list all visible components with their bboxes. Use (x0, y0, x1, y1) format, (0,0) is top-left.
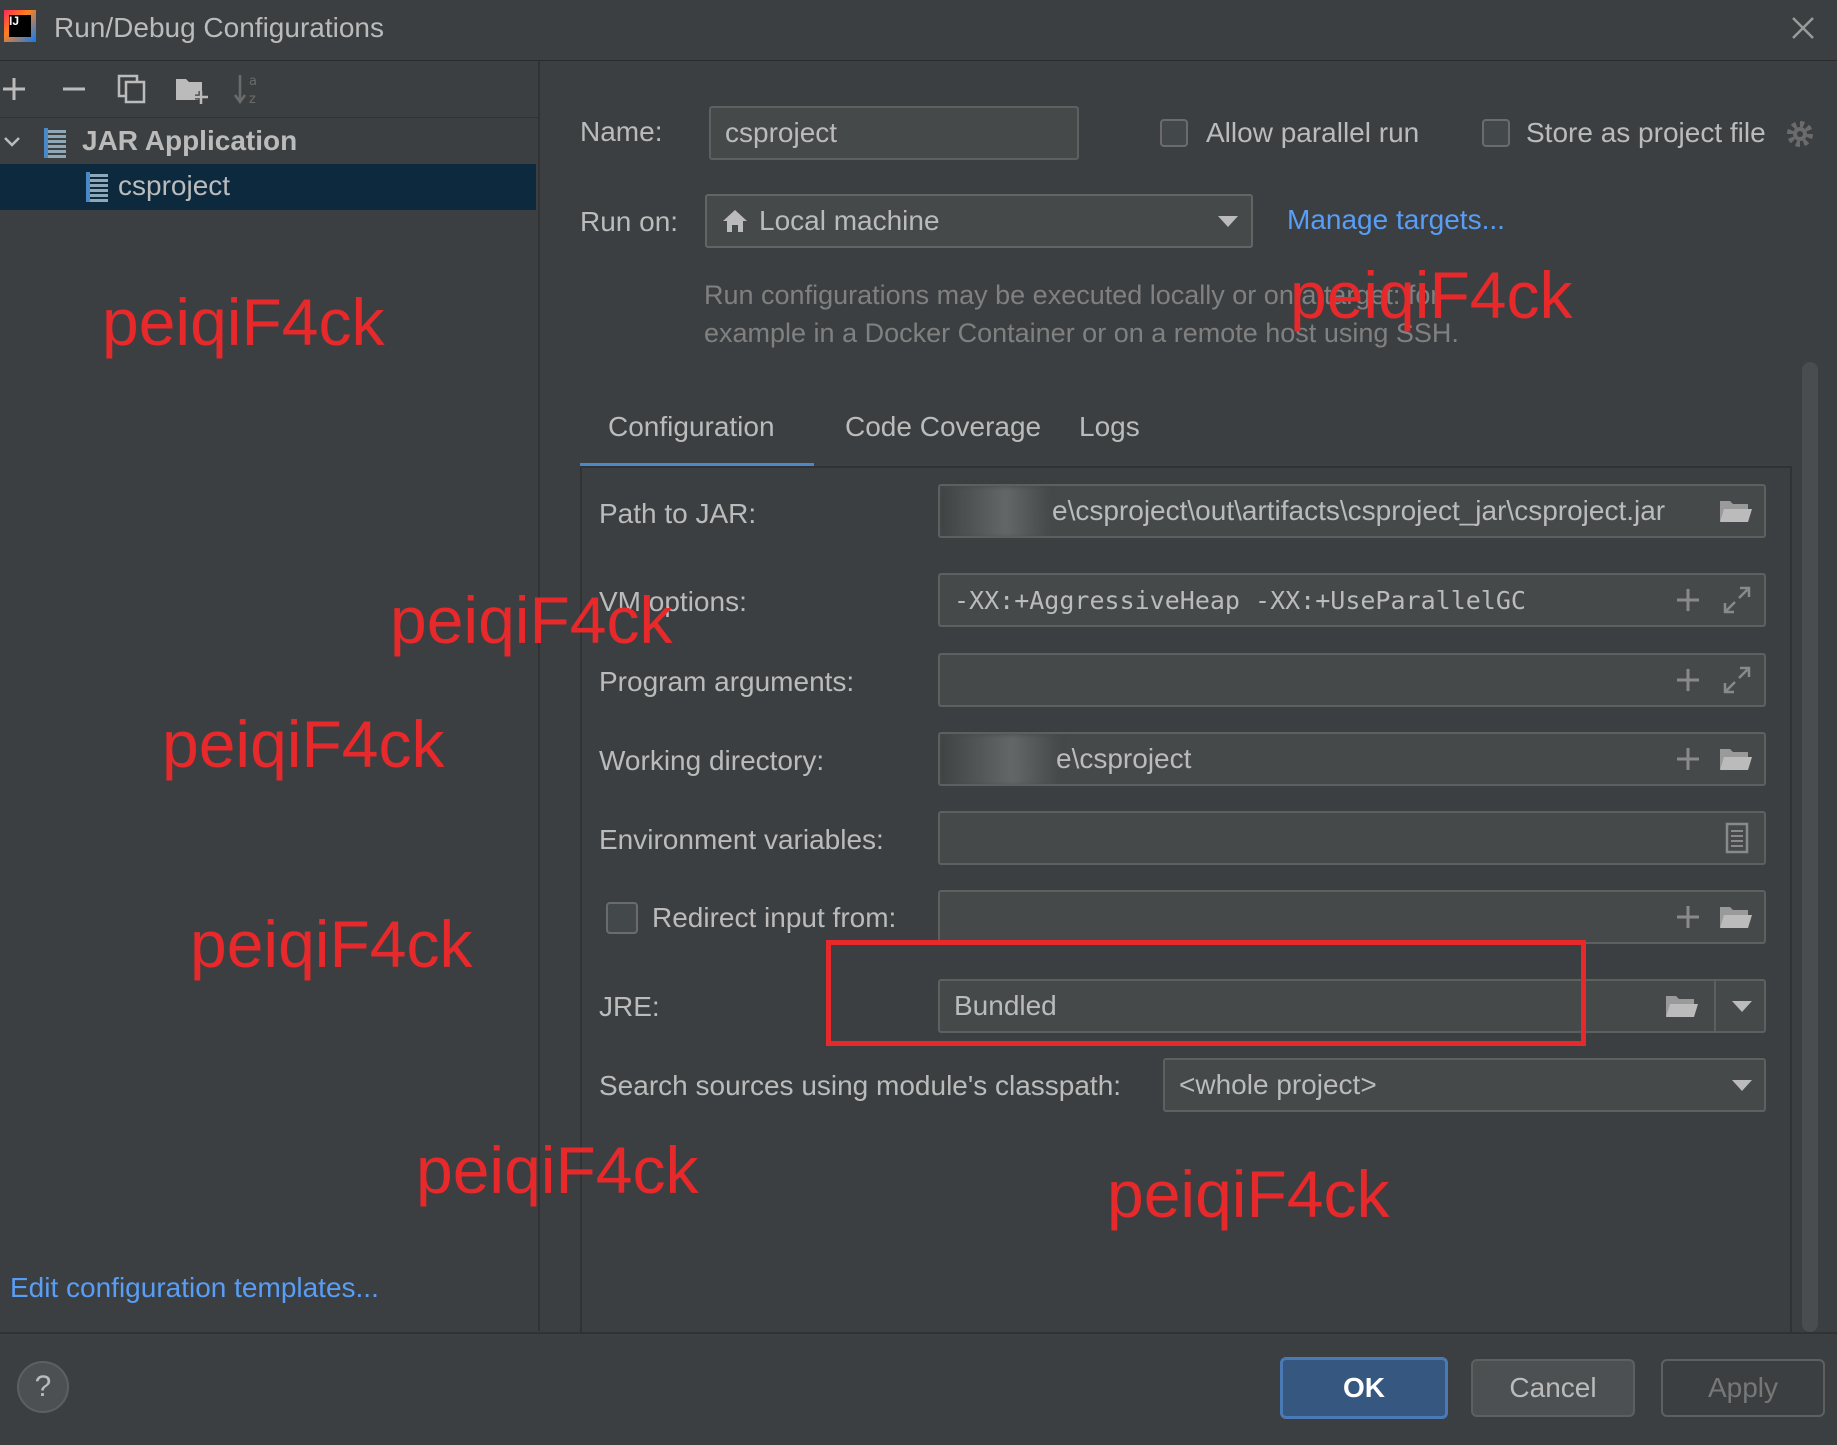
working-dir-label: Working directory: (599, 745, 825, 776)
name-input[interactable]: csproject (709, 106, 1079, 160)
working-dir-value: e\csproject (1056, 743, 1192, 774)
svg-text:z: z (249, 92, 256, 107)
svg-text:a: a (249, 74, 257, 89)
tree-item-csproject[interactable]: csproject (0, 164, 536, 210)
home-icon (723, 210, 747, 232)
sort-icon[interactable]: az (232, 71, 264, 107)
tab-configuration[interactable]: Configuration (580, 395, 814, 467)
tab-logs[interactable]: Logs (1040, 395, 1150, 467)
jar-icon (86, 172, 108, 202)
scrollbar[interactable] (1802, 362, 1818, 1332)
tree-item-label: csproject (118, 170, 231, 201)
close-icon[interactable] (1787, 12, 1819, 44)
manage-targets-link[interactable]: Manage targets... (1287, 204, 1505, 236)
blurred-path-region (940, 734, 1060, 784)
folder-icon[interactable] (1718, 903, 1754, 931)
jar-icon (44, 128, 66, 158)
tree-group-label: JAR Application (82, 125, 298, 156)
add-icon[interactable] (1675, 746, 1701, 772)
watermark: peiqiF4ck (390, 583, 673, 657)
store-project-checkbox[interactable] (1482, 119, 1510, 147)
vm-options-input[interactable]: -XX:+AggressiveHeap -XX:+UseParallelGC (938, 573, 1766, 627)
search-sources-dropdown[interactable]: <whole project> (1163, 1058, 1766, 1112)
working-dir-input[interactable]: e\csproject (938, 732, 1766, 786)
blurred-path-region (940, 486, 1050, 536)
tab-logs-label: Logs (1079, 411, 1140, 442)
name-input-value: csproject (725, 117, 838, 148)
watermark: peiqiF4ck (1290, 258, 1573, 332)
watermark: peiqiF4ck (416, 1133, 699, 1207)
title-bar: IJ Run/Debug Configurations (0, 0, 1837, 61)
apply-button[interactable]: Apply (1661, 1359, 1825, 1417)
ok-button[interactable]: OK (1280, 1357, 1448, 1419)
redirect-input-label[interactable]: Redirect input from: (652, 902, 896, 934)
ok-button-label: OK (1343, 1372, 1385, 1403)
chevron-down-icon[interactable] (2, 132, 22, 152)
sidebar-toolbar: az (0, 61, 538, 118)
path-to-jar-value: e\csproject\out\artifacts\csproject_jar\… (1052, 495, 1666, 526)
redirect-input-checkbox[interactable] (606, 902, 638, 934)
window-title: Run/Debug Configurations (54, 12, 384, 43)
tab-code-coverage[interactable]: Code Coverage (814, 395, 1042, 467)
run-on-value: Local machine (759, 205, 940, 236)
search-sources-label: Search sources using module's classpath: (599, 1070, 1122, 1101)
dropdown-arrow-icon (1732, 1080, 1752, 1091)
run-on-label: Run on: (580, 206, 679, 237)
folder-icon[interactable] (1718, 497, 1754, 525)
document-icon[interactable] (1724, 822, 1750, 854)
env-vars-input[interactable] (938, 811, 1766, 865)
add-icon[interactable] (1675, 587, 1701, 613)
redirect-input-field[interactable] (938, 890, 1766, 944)
highlight-annotation-box (826, 940, 1586, 1046)
remove-icon[interactable] (60, 75, 88, 103)
jre-dropdown-divider (1714, 981, 1716, 1031)
path-to-jar-input[interactable]: e\csproject\out\artifacts\csproject_jar\… (938, 484, 1766, 538)
program-args-label: Program arguments: (599, 666, 855, 697)
cancel-button-label: Cancel (1509, 1372, 1597, 1403)
run-on-dropdown[interactable]: Local machine (705, 194, 1253, 248)
gear-icon[interactable] (1784, 118, 1816, 150)
tab-configuration-label: Configuration (608, 411, 775, 442)
path-to-jar-label: Path to JAR: (599, 498, 757, 529)
dropdown-arrow-icon (1218, 216, 1238, 227)
program-args-input[interactable] (938, 653, 1766, 707)
watermark: peiqiF4ck (1107, 1157, 1390, 1231)
store-project-label[interactable]: Store as project file (1526, 117, 1766, 149)
watermark: peiqiF4ck (102, 285, 385, 359)
cancel-button[interactable]: Cancel (1471, 1359, 1635, 1417)
vm-options-value: -XX:+AggressiveHeap -XX:+UseParallelGC (954, 585, 1526, 615)
jre-label: JRE: (599, 991, 660, 1022)
search-sources-value: <whole project> (1179, 1069, 1377, 1100)
new-folder-icon[interactable] (174, 73, 210, 105)
tree-group-jar-application[interactable]: JAR Application (0, 120, 538, 164)
watermark: peiqiF4ck (190, 907, 473, 981)
add-icon[interactable] (1675, 904, 1701, 930)
expand-icon[interactable] (1722, 665, 1752, 695)
tab-bar: Configuration Code Coverage Logs (580, 395, 1790, 467)
add-icon[interactable] (0, 75, 28, 103)
tab-code-coverage-label: Code Coverage (845, 411, 1042, 442)
dropdown-arrow-icon[interactable] (1731, 999, 1753, 1013)
apply-button-label: Apply (1707, 1372, 1779, 1403)
name-label: Name: (580, 116, 663, 147)
folder-icon[interactable] (1718, 745, 1754, 773)
intellij-logo-icon: IJ (4, 10, 36, 42)
folder-icon[interactable] (1664, 992, 1700, 1020)
env-vars-label: Environment variables: (599, 824, 884, 855)
add-icon[interactable] (1675, 667, 1701, 693)
allow-parallel-label[interactable]: Allow parallel run (1206, 117, 1419, 149)
watermark: peiqiF4ck (162, 707, 445, 781)
expand-icon[interactable] (1722, 585, 1752, 615)
edit-templates-link[interactable]: Edit configuration templates... (10, 1272, 379, 1304)
help-button-label: ? (34, 1370, 52, 1403)
allow-parallel-checkbox[interactable] (1160, 119, 1188, 147)
copy-icon[interactable] (116, 73, 148, 105)
help-button[interactable]: ? (17, 1361, 69, 1413)
